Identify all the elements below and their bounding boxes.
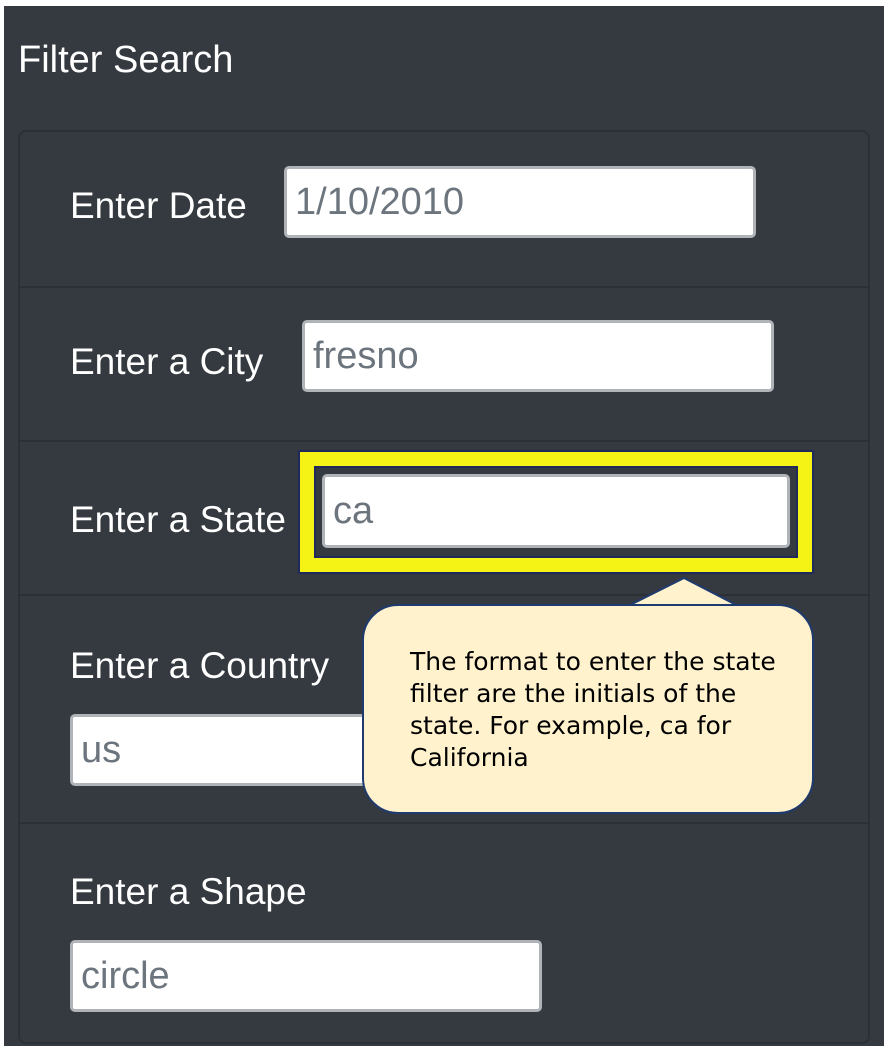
- list-item-shape: Enter a Shape circle: [20, 824, 868, 1042]
- state-format-tooltip: The format to enter the state filter are…: [362, 604, 814, 814]
- date-input[interactable]: 1/10/2010: [284, 166, 756, 238]
- state-label: Enter a State: [70, 499, 286, 540]
- list-item-city: Enter a City fresno: [20, 288, 868, 442]
- list-item-date: Enter Date 1/10/2010: [20, 132, 868, 288]
- date-label: Enter Date: [70, 185, 247, 226]
- shape-label: Enter a Shape: [70, 871, 307, 912]
- state-input[interactable]: ca: [322, 474, 790, 548]
- shape-input[interactable]: circle: [70, 940, 542, 1012]
- country-label: Enter a Country: [70, 645, 330, 686]
- city-input[interactable]: fresno: [302, 320, 774, 392]
- city-label: Enter a City: [70, 341, 264, 382]
- panel-title: Filter Search: [18, 39, 234, 81]
- state-field-highlight: ca: [298, 450, 814, 574]
- tooltip-text: The format to enter the state filter are…: [410, 647, 776, 772]
- state-field-highlight-inner: ca: [314, 466, 798, 558]
